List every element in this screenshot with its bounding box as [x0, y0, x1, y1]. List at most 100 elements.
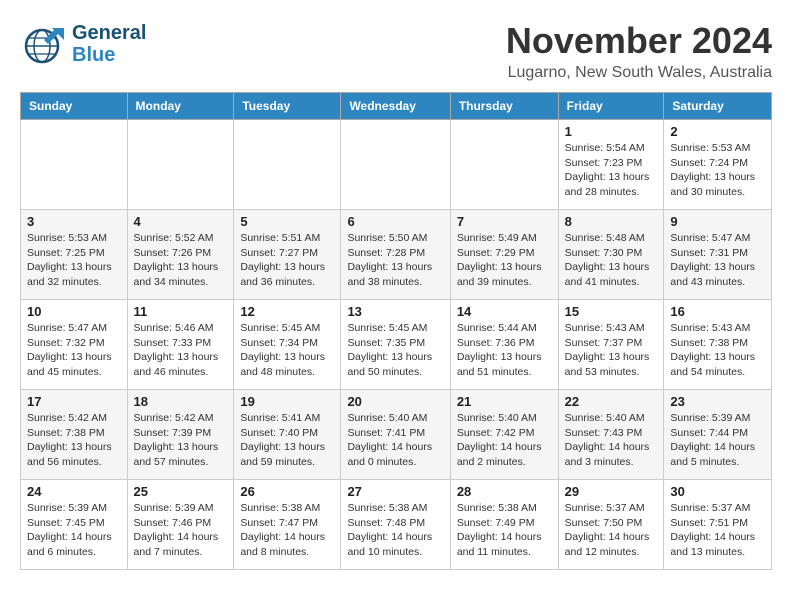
weekday-header-friday: Friday: [558, 93, 664, 120]
calendar-cell: [341, 120, 450, 210]
calendar-cell: 1 Sunrise: 5:54 AMSunset: 7:23 PMDaylight…: [558, 120, 664, 210]
day-number: 19: [240, 394, 334, 409]
day-info: Sunrise: 5:48 AMSunset: 7:30 PMDaylight:…: [565, 231, 658, 290]
page-header: General Blue November 2024 Lugarno, New …: [20, 20, 772, 82]
day-number: 2: [670, 124, 765, 139]
day-number: 12: [240, 304, 334, 319]
day-info: Sunrise: 5:47 AMSunset: 7:32 PMDaylight:…: [27, 321, 121, 380]
logo-blue-text: Blue: [72, 44, 146, 66]
day-info: Sunrise: 5:40 AMSunset: 7:42 PMDaylight:…: [457, 411, 552, 470]
logo: General Blue: [20, 20, 146, 68]
day-info: Sunrise: 5:49 AMSunset: 7:29 PMDaylight:…: [457, 231, 552, 290]
calendar-cell: 7 Sunrise: 5:49 AMSunset: 7:29 PMDaylight…: [450, 210, 558, 300]
day-info: Sunrise: 5:54 AMSunset: 7:23 PMDaylight:…: [565, 141, 658, 200]
calendar-cell: [450, 120, 558, 210]
logo-general-text: General: [72, 22, 146, 44]
day-number: 7: [457, 214, 552, 229]
weekday-header-tuesday: Tuesday: [234, 93, 341, 120]
day-info: Sunrise: 5:40 AMSunset: 7:43 PMDaylight:…: [565, 411, 658, 470]
day-info: Sunrise: 5:46 AMSunset: 7:33 PMDaylight:…: [134, 321, 228, 380]
calendar-week-row: 10 Sunrise: 5:47 AMSunset: 7:32 PMDayligh…: [21, 300, 772, 390]
weekday-header-row: SundayMondayTuesdayWednesdayThursdayFrid…: [21, 93, 772, 120]
calendar-cell: 29 Sunrise: 5:37 AMSunset: 7:50 PMDayligh…: [558, 480, 664, 570]
day-number: 29: [565, 484, 658, 499]
day-number: 15: [565, 304, 658, 319]
calendar-cell: 26Sunrise: 5:38 AMSunset: 7:47 PMDayligh…: [234, 480, 341, 570]
day-info: Sunrise: 5:39 AMSunset: 7:46 PMDaylight:…: [134, 501, 228, 560]
calendar-cell: 13 Sunrise: 5:45 AMSunset: 7:35 PMDayligh…: [341, 300, 450, 390]
day-info: Sunrise: 5:45 AMSunset: 7:34 PMDaylight:…: [240, 321, 334, 380]
calendar-cell: 28 Sunrise: 5:38 AMSunset: 7:49 PMDayligh…: [450, 480, 558, 570]
day-number: 25: [134, 484, 228, 499]
calendar-cell: 5Sunrise: 5:51 AMSunset: 7:27 PMDaylight…: [234, 210, 341, 300]
calendar-table: SundayMondayTuesdayWednesdayThursdayFrid…: [20, 92, 772, 570]
calendar-cell: 24 Sunrise: 5:39 AMSunset: 7:45 PMDayligh…: [21, 480, 128, 570]
weekday-header-monday: Monday: [127, 93, 234, 120]
day-number: 5: [240, 214, 334, 229]
calendar-week-row: 24 Sunrise: 5:39 AMSunset: 7:45 PMDayligh…: [21, 480, 772, 570]
day-number: 17: [27, 394, 121, 409]
day-info: Sunrise: 5:53 AMSunset: 7:25 PMDaylight:…: [27, 231, 121, 290]
day-info: Sunrise: 5:43 AMSunset: 7:38 PMDaylight:…: [670, 321, 765, 380]
day-number: 1: [565, 124, 658, 139]
day-number: 28: [457, 484, 552, 499]
calendar-cell: [21, 120, 128, 210]
day-info: Sunrise: 5:40 AMSunset: 7:41 PMDaylight:…: [347, 411, 443, 470]
day-number: 6: [347, 214, 443, 229]
calendar-cell: 23 Sunrise: 5:39 AMSunset: 7:44 PMDayligh…: [664, 390, 772, 480]
calendar-cell: 18 Sunrise: 5:42 AMSunset: 7:39 PMDayligh…: [127, 390, 234, 480]
day-info: Sunrise: 5:37 AMSunset: 7:50 PMDaylight:…: [565, 501, 658, 560]
calendar-cell: 9Sunrise: 5:47 AMSunset: 7:31 PMDaylight…: [664, 210, 772, 300]
calendar-cell: 10 Sunrise: 5:47 AMSunset: 7:32 PMDayligh…: [21, 300, 128, 390]
day-info: Sunrise: 5:42 AMSunset: 7:38 PMDaylight:…: [27, 411, 121, 470]
day-number: 9: [670, 214, 765, 229]
calendar-week-row: 3 Sunrise: 5:53 AMSunset: 7:25 PMDaylight…: [21, 210, 772, 300]
weekday-header-thursday: Thursday: [450, 93, 558, 120]
calendar-week-row: 17 Sunrise: 5:42 AMSunset: 7:38 PMDayligh…: [21, 390, 772, 480]
weekday-header-saturday: Saturday: [664, 93, 772, 120]
day-info: Sunrise: 5:38 AMSunset: 7:49 PMDaylight:…: [457, 501, 552, 560]
day-info: Sunrise: 5:45 AMSunset: 7:35 PMDaylight:…: [347, 321, 443, 380]
calendar-cell: 30Sunrise: 5:37 AMSunset: 7:51 PMDayligh…: [664, 480, 772, 570]
calendar-cell: 17 Sunrise: 5:42 AMSunset: 7:38 PMDayligh…: [21, 390, 128, 480]
location-title: Lugarno, New South Wales, Australia: [506, 64, 772, 82]
day-number: 23: [670, 394, 765, 409]
day-info: Sunrise: 5:38 AMSunset: 7:48 PMDaylight:…: [347, 501, 443, 560]
calendar-cell: 4 Sunrise: 5:52 AMSunset: 7:26 PMDaylight…: [127, 210, 234, 300]
calendar-week-row: 1 Sunrise: 5:54 AMSunset: 7:23 PMDaylight…: [21, 120, 772, 210]
calendar-cell: 16 Sunrise: 5:43 AMSunset: 7:38 PMDayligh…: [664, 300, 772, 390]
calendar-cell: 14Sunrise: 5:44 AMSunset: 7:36 PMDayligh…: [450, 300, 558, 390]
calendar-cell: 11 Sunrise: 5:46 AMSunset: 7:33 PMDayligh…: [127, 300, 234, 390]
day-number: 22: [565, 394, 658, 409]
day-info: Sunrise: 5:50 AMSunset: 7:28 PMDaylight:…: [347, 231, 443, 290]
day-number: 24: [27, 484, 121, 499]
day-info: Sunrise: 5:39 AMSunset: 7:44 PMDaylight:…: [670, 411, 765, 470]
calendar-cell: 6 Sunrise: 5:50 AMSunset: 7:28 PMDaylight…: [341, 210, 450, 300]
day-number: 14: [457, 304, 552, 319]
day-info: Sunrise: 5:43 AMSunset: 7:37 PMDaylight:…: [565, 321, 658, 380]
day-number: 18: [134, 394, 228, 409]
day-number: 16: [670, 304, 765, 319]
calendar-cell: 2 Sunrise: 5:53 AMSunset: 7:24 PMDaylight…: [664, 120, 772, 210]
day-number: 4: [134, 214, 228, 229]
day-number: 11: [134, 304, 228, 319]
day-info: Sunrise: 5:53 AMSunset: 7:24 PMDaylight:…: [670, 141, 765, 200]
title-area: November 2024 Lugarno, New South Wales, …: [506, 20, 772, 82]
day-info: Sunrise: 5:42 AMSunset: 7:39 PMDaylight:…: [134, 411, 228, 470]
calendar-cell: 8Sunrise: 5:48 AMSunset: 7:30 PMDaylight…: [558, 210, 664, 300]
calendar-cell: 20Sunrise: 5:40 AMSunset: 7:41 PMDayligh…: [341, 390, 450, 480]
day-number: 10: [27, 304, 121, 319]
calendar-cell: 21 Sunrise: 5:40 AMSunset: 7:42 PMDayligh…: [450, 390, 558, 480]
calendar-cell: 15 Sunrise: 5:43 AMSunset: 7:37 PMDayligh…: [558, 300, 664, 390]
day-number: 21: [457, 394, 552, 409]
logo-icon: [20, 20, 68, 68]
weekday-header-sunday: Sunday: [21, 93, 128, 120]
day-number: 3: [27, 214, 121, 229]
calendar-cell: 27Sunrise: 5:38 AMSunset: 7:48 PMDayligh…: [341, 480, 450, 570]
calendar-cell: 12 Sunrise: 5:45 AMSunset: 7:34 PMDayligh…: [234, 300, 341, 390]
weekday-header-wednesday: Wednesday: [341, 93, 450, 120]
day-number: 13: [347, 304, 443, 319]
day-info: Sunrise: 5:37 AMSunset: 7:51 PMDaylight:…: [670, 501, 765, 560]
day-info: Sunrise: 5:52 AMSunset: 7:26 PMDaylight:…: [134, 231, 228, 290]
day-info: Sunrise: 5:39 AMSunset: 7:45 PMDaylight:…: [27, 501, 121, 560]
